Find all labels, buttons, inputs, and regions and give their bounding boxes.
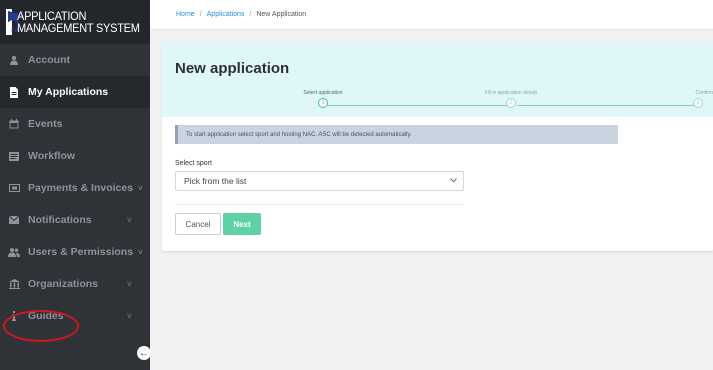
sport-select-value: Pick from the list [184, 176, 247, 186]
sidebar-item-label: Workflow [28, 150, 76, 162]
breadcrumb-separator: / [199, 11, 202, 18]
breadcrumb-separator: / [249, 11, 252, 18]
sidebar-item-users-permissions[interactable]: Users & Permissions ˅ [0, 236, 150, 268]
stepper: Select application 1 Fill in application… [162, 90, 713, 114]
step-label: Select application [303, 90, 343, 96]
chevron-down-icon [450, 176, 457, 185]
sidebar-item-workflow[interactable]: Workflow [0, 140, 150, 172]
sidebar-item-label: Notifications [28, 214, 92, 226]
collapse-sidebar-icon[interactable]: ← [137, 346, 151, 360]
sidebar-item-account[interactable]: Account [0, 44, 150, 76]
sidebar: FAI APPLICATION MANAGEMENT SYSTEM Accoun… [0, 0, 151, 370]
page-title: New application [175, 60, 290, 77]
select-sport-label: Select sport [175, 160, 212, 167]
stepper-line [517, 105, 697, 106]
chevron-down-icon: ˅ [138, 247, 143, 257]
next-button[interactable]: Next [223, 213, 261, 235]
sidebar-nav: Account My Applications Events Workflow … [0, 44, 150, 332]
step-1[interactable]: Select application 1 [297, 90, 349, 108]
new-application-card: New application Select application 1 Fil… [162, 41, 713, 251]
sidebar-item-label: Guides [28, 310, 64, 322]
chevron-down-icon: ˅ [138, 183, 143, 193]
chevron-down-icon: ˅ [127, 311, 132, 321]
step-number: 3 [693, 98, 703, 108]
sidebar-item-label: Events [28, 118, 63, 130]
sidebar-item-label: My Applications [28, 86, 109, 98]
user-icon [8, 54, 20, 66]
chevron-down-icon: ˅ [127, 215, 132, 225]
breadcrumb-applications-link[interactable]: Applications [207, 11, 245, 18]
breadcrumb-home-link[interactable]: Home [176, 11, 195, 18]
workflow-icon [8, 150, 20, 162]
envelope-icon [8, 214, 20, 226]
cancel-button[interactable]: Cancel [175, 213, 221, 235]
building-icon [8, 278, 20, 290]
logo-text: APPLICATION MANAGEMENT SYSTEM [16, 9, 140, 35]
breadcrumb: Home / Applications / New Application [150, 0, 713, 30]
card-header: New application Select application 1 Fil… [162, 41, 713, 117]
info-icon [8, 310, 20, 322]
step-label: Fill in application details [484, 90, 538, 96]
sidebar-item-payments-invoices[interactable]: Payments & Invoices ˅ [0, 172, 150, 204]
sidebar-item-label: Organizations [28, 278, 99, 290]
step-2[interactable]: Fill in application details 2 [478, 90, 544, 108]
divider [175, 204, 464, 205]
step-3[interactable]: Confirm 3 [683, 90, 713, 108]
sidebar-item-notifications[interactable]: Notifications ˅ [0, 204, 150, 236]
step-number: 1 [318, 98, 328, 108]
sidebar-item-label: Payments & Invoices [28, 182, 134, 194]
fai-logo-icon: FAI [6, 9, 24, 35]
chevron-down-icon: ˅ [127, 279, 132, 289]
sidebar-item-organizations[interactable]: Organizations ˅ [0, 268, 150, 300]
logo[interactable]: FAI APPLICATION MANAGEMENT SYSTEM [0, 0, 150, 44]
sidebar-item-label: Users & Permissions [28, 246, 134, 258]
info-alert: To start application select sport and ho… [175, 125, 618, 144]
calendar-icon [8, 118, 20, 130]
breadcrumb-current: New Application [256, 11, 307, 18]
users-icon [8, 246, 20, 258]
document-icon [8, 86, 20, 98]
step-number: 2 [506, 98, 516, 108]
sidebar-item-guides[interactable]: Guides ˅ [0, 300, 150, 332]
step-label: Confirm [695, 90, 713, 96]
sidebar-item-events[interactable]: Events [0, 108, 150, 140]
sport-select[interactable]: Pick from the list [175, 171, 464, 191]
credit-card-icon [8, 182, 20, 194]
sidebar-item-label: Account [28, 54, 70, 66]
sidebar-item-my-applications[interactable]: My Applications [0, 76, 150, 108]
